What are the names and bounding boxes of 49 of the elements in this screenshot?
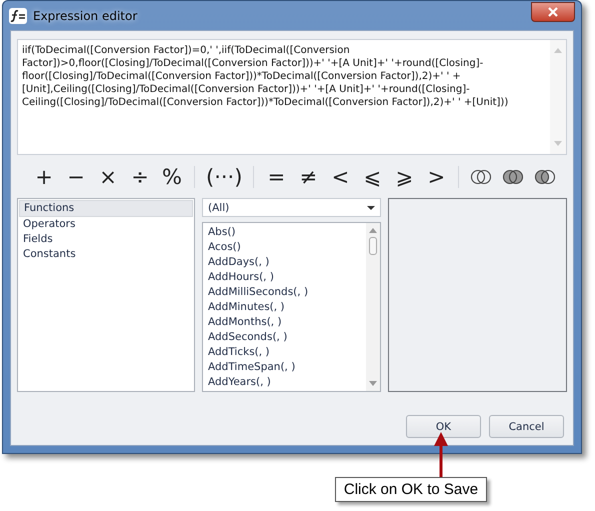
operator-button[interactable]: ⩽	[357, 164, 388, 190]
category-item[interactable]: Operators	[19, 217, 193, 232]
function-item[interactable]: AddMinutes(, )	[203, 300, 366, 315]
expression-field[interactable]	[17, 39, 567, 155]
function-item[interactable]: Abs()	[203, 225, 366, 240]
callout-label: Click on OK to Save	[335, 477, 487, 502]
function-item[interactable]: Acos()	[203, 240, 366, 255]
function-item[interactable]: AddYears(, )	[203, 375, 366, 390]
function-item[interactable]: AddTimeSpan(, )	[203, 360, 366, 375]
scroll-down-icon	[554, 141, 562, 146]
function-item[interactable]: AddMonths(, )	[203, 315, 366, 330]
operator-button[interactable]: =	[261, 164, 292, 190]
category-item[interactable]: Fields	[19, 232, 193, 247]
scrollbar[interactable]	[550, 40, 566, 154]
dropdown-caret-icon	[367, 206, 375, 210]
function-item[interactable]: AddTicks(, )	[203, 345, 366, 360]
operator-button[interactable]: ⩾	[389, 164, 420, 190]
scrollbar[interactable]	[366, 223, 380, 391]
function-item[interactable]: AddSeconds(, )	[203, 330, 366, 345]
dialog-button[interactable]: Cancel	[489, 415, 564, 438]
close-button[interactable]	[531, 2, 575, 22]
operator-button[interactable]: <	[325, 164, 356, 190]
venn-icon	[502, 169, 524, 185]
operator-button[interactable]: −	[61, 164, 91, 190]
category-item[interactable]: Constants	[19, 247, 193, 262]
filter-dropdown[interactable]: (All)	[202, 198, 381, 217]
scroll-thumb[interactable]	[369, 237, 377, 255]
function-icon	[9, 8, 27, 24]
scroll-down-icon	[369, 381, 377, 386]
scroll-up-icon	[554, 48, 562, 53]
category-item[interactable]: Functions	[19, 200, 193, 217]
expression-text: iif(ToDecimal([Conversion Factor])=0,' ',iif(ToDecimal([Conversion Factor])>0,floor([Closing]/ToDecimal([Conversion Factor]))+' '+[A Unit]+' '+round([Closing]-floor([Closing]/ToDecimal([Conversion Factor]))*ToDecimal([Conversion Factor]),2)+' ' +[Unit],Ceiling([Closing]/ToDecimal([Conversion Factor]))+' '+[A Unit]+' '+round([Closing]-Ceiling([Closing]/ToDecimal([Conversion Factor]))*ToDecimal([Conversion Factor]),2)+' ' +[Unit]))	[21, 44, 510, 110]
close-icon	[547, 6, 559, 16]
operator-button[interactable]: +	[29, 164, 59, 190]
window-title: Expression editor	[33, 8, 138, 22]
function-item[interactable]: AddMilliSeconds(, )	[203, 285, 366, 300]
function-item[interactable]: AddDays(, )	[203, 255, 366, 270]
operator-button[interactable]: ≠	[293, 164, 324, 190]
arrow	[434, 432, 448, 478]
function-item[interactable]: AddHours(, )	[203, 270, 366, 285]
operator-button[interactable]: %	[157, 164, 187, 190]
scroll-up-icon	[369, 228, 377, 233]
operator-button[interactable]: >	[421, 164, 452, 190]
operator-button[interactable]: ×	[93, 164, 123, 190]
dialog-button[interactable]: OK	[406, 415, 481, 438]
operator-button[interactable]: ÷	[125, 164, 155, 190]
venn-icon	[470, 169, 492, 185]
operator-button[interactable]: (···)	[202, 164, 246, 190]
venn-icon	[534, 169, 556, 185]
